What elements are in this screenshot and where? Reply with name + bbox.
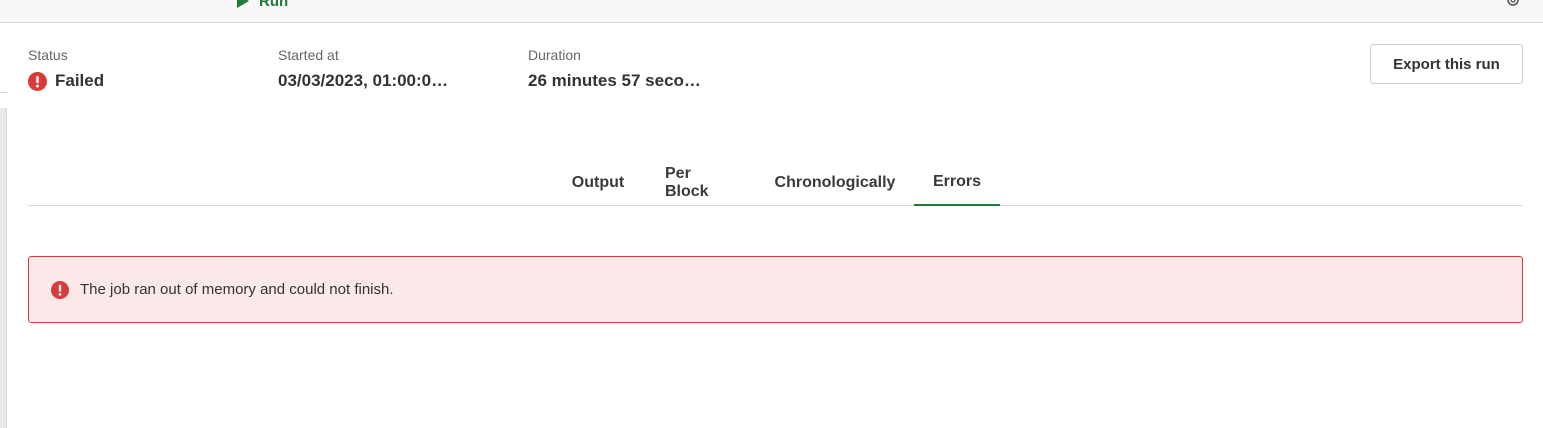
tab-chronologically[interactable]: Chronologically xyxy=(756,160,914,206)
duration-label: Duration xyxy=(528,47,581,63)
error-icon xyxy=(28,71,47,91)
play-icon xyxy=(237,0,249,8)
error-icon xyxy=(51,280,69,299)
left-divider xyxy=(0,92,7,93)
tab-per-block[interactable]: Per Block xyxy=(645,160,756,206)
tab-errors[interactable]: Errors xyxy=(914,160,1000,206)
tabs-divider xyxy=(28,205,1523,206)
top-toolbar: Run xyxy=(0,0,1543,23)
export-run-button[interactable]: Export this run xyxy=(1370,44,1523,84)
started-at-label: Started at xyxy=(278,47,339,63)
duration-value: 26 minutes 57 seco… xyxy=(528,71,701,90)
run-button[interactable]: Run xyxy=(236,0,288,11)
started-at-value: 03/03/2023, 01:00:0… xyxy=(278,71,449,90)
run-button-label: Run xyxy=(259,0,289,10)
left-scrollbar[interactable] xyxy=(0,108,7,428)
tab-output[interactable]: Output xyxy=(551,160,645,206)
error-message: The job ran out of memory and could not … xyxy=(80,281,394,298)
gear-icon[interactable] xyxy=(1505,0,1521,8)
status-value: Failed xyxy=(28,71,104,91)
error-banner: The job ran out of memory and could not … xyxy=(28,256,1523,323)
status-label: Status xyxy=(28,47,68,63)
status-text: Failed xyxy=(55,71,105,90)
